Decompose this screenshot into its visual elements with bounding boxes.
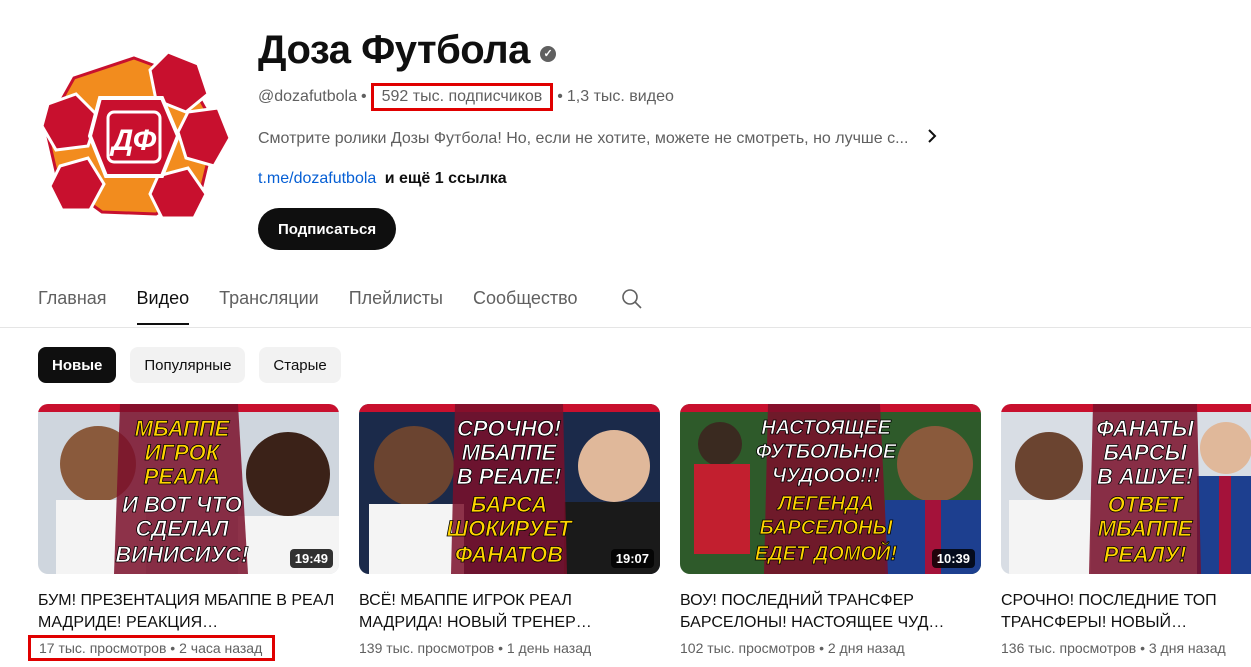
chip-newest[interactable]: Новые xyxy=(38,347,117,383)
video-thumbnail[interactable]: МБАППЕ ИГРОК РЕАЛА И ВОТ ЧТО СДЕЛАЛ ВИНИ… xyxy=(38,404,339,574)
chevron-right-icon[interactable] xyxy=(926,127,938,150)
video-views: 136 тыс. просмотров xyxy=(1001,640,1137,656)
thumb-text-line: РЕАЛУ! xyxy=(1104,542,1187,567)
meta-separator: • xyxy=(1140,640,1145,656)
channel-meta: @dozafutbola • 592 тыс. подписчиков • 1,… xyxy=(258,83,674,111)
more-links-button[interactable]: и ещё 1 ссылка xyxy=(385,170,507,187)
video-title[interactable]: СРОЧНО! ПОСЛЕДНИЕ ТОП ТРАНСФЕРЫ! НОВЫЙ Т… xyxy=(1001,590,1246,634)
video-count: 1,3 тыс. видео xyxy=(566,88,674,105)
video-thumbnail[interactable]: СРОЧНО! МБАППЕ В РЕАЛЕ! БАРСА ШОКИРУЕТ Ф… xyxy=(359,404,660,574)
video-age: 1 день назад xyxy=(506,640,592,656)
thumb-text-line: МБАППЕ xyxy=(1098,516,1194,541)
video-age: 3 дня назад xyxy=(1148,640,1226,656)
thumb-text-line: ВИНИСИУС! xyxy=(115,542,248,567)
description-text: Смотрите ролики Дозы Футбола! Но, если н… xyxy=(258,129,909,147)
channel-description[interactable]: Смотрите ролики Дозы Футбола! Но, если н… xyxy=(258,127,938,150)
video-duration: 19:49 xyxy=(289,549,333,568)
search-icon[interactable] xyxy=(620,287,644,311)
video-meta: 139 тыс. просмотров • 1 день назад xyxy=(359,640,591,656)
thumb-text-line: БАРСА xyxy=(471,492,548,517)
video-card[interactable]: МБАППЕ ИГРОК РЕАЛА И ВОТ ЧТО СДЕЛАЛ ВИНИ… xyxy=(28,404,339,661)
sort-chips: Новые Популярные Старые xyxy=(38,347,341,383)
thumb-text-line: ОТВЕТ xyxy=(1108,492,1184,517)
meta-separator: • xyxy=(498,640,503,656)
video-title[interactable]: ВСЁ! МБАППЕ ИГРОК РЕАЛ МАДРИДА! НОВЫЙ ТР… xyxy=(359,590,659,634)
video-meta: 136 тыс. просмотров • 3 дня назад xyxy=(1001,640,1226,656)
thumb-text-line: МБАППЕ xyxy=(462,440,558,465)
video-thumbnail[interactable]: НАСТОЯЩЕЕ ФУТБОЛЬНОЕ ЧУДООО!!! ЛЕГЕНДА Б… xyxy=(680,404,981,574)
thumb-text-line: ФАНАТЫ xyxy=(1096,416,1194,441)
thumb-text-line: МБАППЕ xyxy=(135,416,231,441)
verified-icon: ✓ xyxy=(539,45,556,62)
thumb-text-line: СДЕЛАЛ xyxy=(135,516,229,541)
meta-separator: • xyxy=(170,640,176,656)
video-duration: 10:39 xyxy=(931,549,975,568)
thumb-text-line: БАРСЕЛОНЫ xyxy=(760,517,894,539)
channel-name: Доза Футбола xyxy=(258,28,530,72)
video-card[interactable]: СРОЧНО! МБАППЕ В РЕАЛЕ! БАРСА ШОКИРУЕТ Ф… xyxy=(359,404,660,661)
video-age: 2 часа назад xyxy=(179,640,263,656)
thumb-text-line: НАСТОЯЩЕЕ xyxy=(761,417,891,439)
thumb-text-line: ШОКИРУЕТ xyxy=(447,516,573,541)
video-duration: 19:07 xyxy=(610,549,654,568)
video-card[interactable]: ФАНАТЫ БАРСЫ В АШУЕ! ОТВЕТ МБАППЕ РЕАЛУ!… xyxy=(1001,404,1251,661)
subscribe-button[interactable]: Подписаться xyxy=(258,208,397,250)
channel-avatar[interactable]: ДФ xyxy=(38,50,232,220)
video-grid: МБАППЕ ИГРОК РЕАЛА И ВОТ ЧТО СДЕЛАЛ ВИНИ… xyxy=(28,404,1251,661)
video-meta: 17 тыс. просмотров • 2 часа назад xyxy=(28,635,276,661)
video-title[interactable]: ВОУ! ПОСЛЕДНИЙ ТРАНСФЕР БАРСЕЛОНЫ! НАСТО… xyxy=(680,590,980,634)
logo-text: ДФ xyxy=(109,124,157,157)
thumb-text-line: ИГРОК xyxy=(145,440,221,465)
channel-title: Доза Футбола ✓ xyxy=(258,28,556,73)
chip-oldest[interactable]: Старые xyxy=(259,347,341,383)
channel-handle: @dozafutbola xyxy=(258,88,357,105)
thumb-text-line: БАРСЫ xyxy=(1103,440,1187,465)
thumb-text-line: ФАНАТОВ xyxy=(455,542,563,567)
channel-tabs: Главная Видео Трансляции Плейлисты Сообщ… xyxy=(38,276,644,325)
video-age: 2 дня назад xyxy=(827,640,905,656)
video-meta: 102 тыс. просмотров • 2 дня назад xyxy=(680,640,905,656)
tab-home[interactable]: Главная xyxy=(38,276,107,325)
thumb-text-line: В РЕАЛЕ! xyxy=(457,464,562,489)
thumb-text-line: В АШУЕ! xyxy=(1097,464,1193,489)
video-title[interactable]: БУМ! ПРЕЗЕНТАЦИЯ МБАППЕ В РЕАЛ МАДРИДЕ! … xyxy=(38,590,338,634)
video-views: 139 тыс. просмотров xyxy=(359,640,495,656)
thumb-text-line: ЧУДООО!!! xyxy=(772,465,880,487)
chip-popular[interactable]: Популярные xyxy=(130,347,246,383)
subscriber-count: 592 тыс. подписчиков xyxy=(370,83,554,111)
tabs-divider xyxy=(0,327,1251,328)
channel-links: t.me/dozafutbola и ещё 1 ссылка xyxy=(258,170,507,188)
thumb-text-line: И ВОТ ЧТО xyxy=(122,492,242,517)
thumb-text-line: СРОЧНО! xyxy=(457,416,561,441)
meta-separator: • xyxy=(557,88,563,105)
meta-separator: • xyxy=(819,640,824,656)
meta-separator: • xyxy=(360,88,367,105)
thumb-text-line: РЕАЛА xyxy=(144,464,221,489)
video-thumbnail[interactable]: ФАНАТЫ БАРСЫ В АШУЕ! ОТВЕТ МБАППЕ РЕАЛУ! xyxy=(1001,404,1251,574)
tab-live[interactable]: Трансляции xyxy=(219,276,319,325)
video-views: 17 тыс. просмотров xyxy=(39,640,167,656)
thumb-text-line: ФУТБОЛЬНОЕ xyxy=(756,441,897,463)
telegram-link[interactable]: t.me/dozafutbola xyxy=(258,170,376,187)
thumb-text-line: ЕДЕТ ДОМОЙ! xyxy=(755,541,897,565)
video-card[interactable]: НАСТОЯЩЕЕ ФУТБОЛЬНОЕ ЧУДООО!!! ЛЕГЕНДА Б… xyxy=(680,404,981,661)
tab-videos[interactable]: Видео xyxy=(136,276,189,325)
tab-playlists[interactable]: Плейлисты xyxy=(349,276,443,325)
tab-community[interactable]: Сообщество xyxy=(473,276,578,325)
thumb-text-line: ЛЕГЕНДА xyxy=(776,493,874,515)
video-views: 102 тыс. просмотров xyxy=(680,640,816,656)
